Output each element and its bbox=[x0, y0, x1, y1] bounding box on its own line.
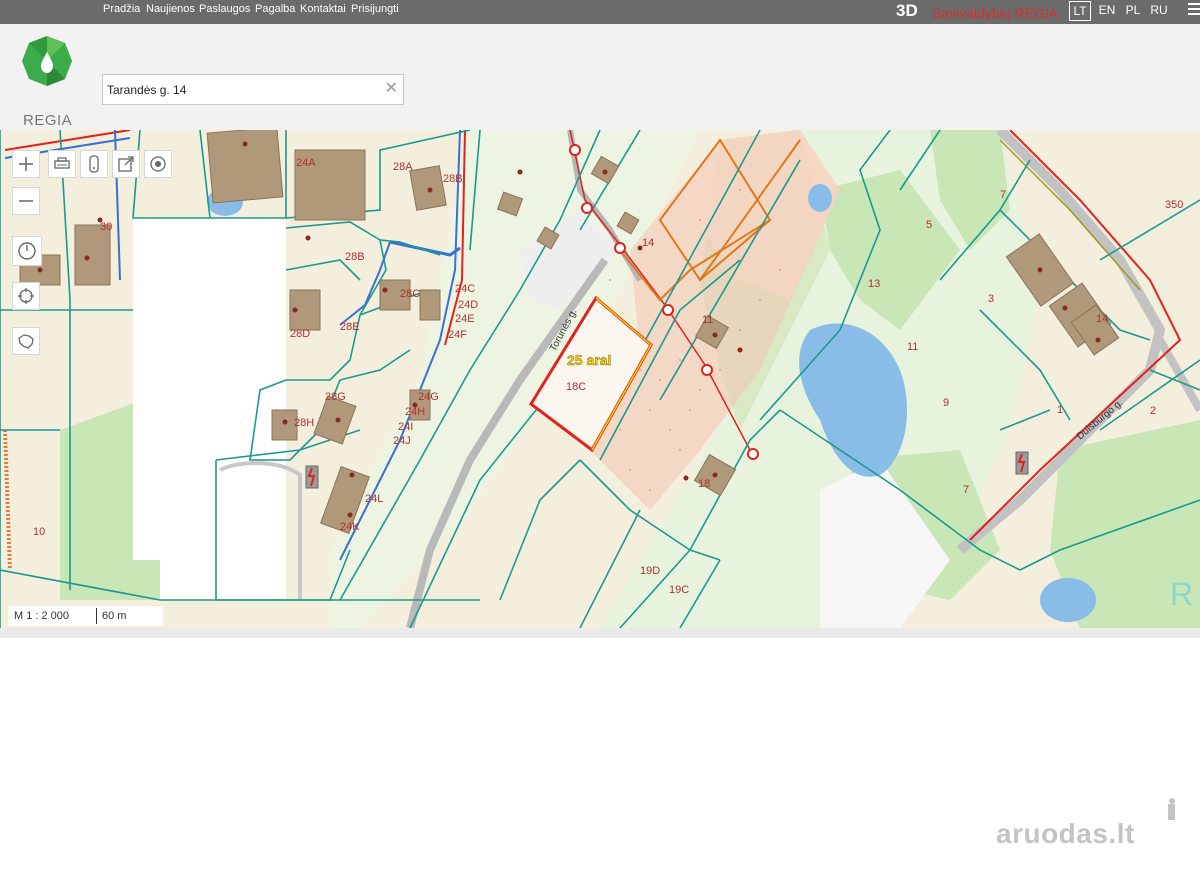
share-link-button[interactable] bbox=[112, 150, 140, 178]
nav-link-login[interactable]: Prisijungti bbox=[351, 3, 399, 15]
house-chimney-icon bbox=[1168, 798, 1175, 820]
plot-label: 24K bbox=[340, 521, 360, 533]
plot-label: 28E bbox=[340, 321, 360, 333]
plot-label: 10 bbox=[33, 526, 45, 538]
nav-link-news[interactable]: Naujienos bbox=[146, 3, 195, 15]
plot-label: 18 bbox=[698, 478, 710, 490]
plot-label: 24I bbox=[398, 421, 413, 433]
plot-label: 28C bbox=[400, 288, 420, 300]
plot-label: 28B bbox=[443, 173, 463, 185]
scale-length: 60 m bbox=[102, 610, 127, 622]
plot-label: 24J bbox=[393, 435, 411, 447]
plot-label: 28D bbox=[290, 328, 310, 340]
country-view-button[interactable] bbox=[12, 327, 40, 355]
plot-label: 11 bbox=[907, 341, 918, 353]
map-brand-mark: R bbox=[1170, 576, 1193, 612]
menu-icon[interactable] bbox=[1188, 3, 1200, 17]
plot-label: 11 bbox=[702, 314, 713, 326]
lang-en[interactable]: EN bbox=[1097, 1, 1117, 19]
crosshair-button[interactable] bbox=[12, 282, 40, 310]
plot-label: 7 bbox=[963, 484, 969, 496]
share-icon bbox=[118, 156, 134, 172]
lang-pl[interactable]: PL bbox=[1123, 1, 1143, 19]
plot-label: 28B bbox=[345, 251, 365, 263]
lithuania-outline-icon bbox=[18, 334, 34, 349]
plot-label: 2 bbox=[1150, 405, 1156, 417]
locate-button[interactable] bbox=[144, 150, 172, 178]
scale-ratio: M 1 : 2 000 bbox=[14, 610, 70, 622]
plot-label: 5 bbox=[926, 219, 932, 231]
regia-logo-icon[interactable] bbox=[20, 34, 74, 95]
address-search: ✕ bbox=[102, 74, 404, 105]
nav-link-help[interactable]: Pagalba bbox=[255, 3, 295, 15]
top-nav-bar: Pradžia Naujienos Paslaugos Pagalba Kont… bbox=[0, 0, 1200, 24]
zoom-in-button[interactable] bbox=[12, 150, 40, 178]
lang-ru[interactable]: RU bbox=[1149, 1, 1169, 19]
plot-label: 3 bbox=[988, 293, 994, 305]
zoom-out-button[interactable] bbox=[12, 187, 40, 215]
plot-label: 24E bbox=[455, 313, 475, 325]
print-map-button[interactable] bbox=[48, 150, 76, 178]
plot-label: 13 bbox=[868, 278, 880, 290]
plot-label: 14 bbox=[642, 237, 654, 249]
scale-bar: M 1 : 2 000 60 m bbox=[8, 606, 163, 626]
scale-tick bbox=[96, 608, 97, 624]
plot-label: 7 bbox=[1000, 189, 1006, 201]
map-bottom-strip bbox=[0, 628, 1200, 638]
brand-title: Savivaldybių REGIA bbox=[932, 5, 1059, 21]
plot-label: 19C bbox=[669, 584, 689, 596]
regia-logo-text: REGIA bbox=[23, 112, 73, 129]
plot-label: 24L bbox=[365, 493, 383, 505]
plot-label: 28G bbox=[325, 391, 346, 403]
clear-icon[interactable]: ✕ bbox=[385, 81, 398, 97]
nav-link-services[interactable]: Paslaugos bbox=[199, 3, 250, 15]
crosshair-icon bbox=[18, 288, 34, 304]
plot-label: 30 bbox=[100, 221, 112, 233]
measure-button[interactable] bbox=[12, 236, 42, 266]
plot-label: 28A bbox=[393, 161, 413, 173]
phone-icon bbox=[89, 155, 99, 173]
header: REGIA ✕ bbox=[0, 24, 1200, 130]
plot-label: 19D bbox=[640, 565, 660, 577]
nav-link-contacts[interactable]: Kontaktai bbox=[300, 3, 346, 15]
plot-label: 24A bbox=[296, 157, 316, 169]
plot-label: 28H bbox=[294, 417, 314, 429]
plot-label: 14 bbox=[1096, 313, 1108, 325]
plot-label: 1 bbox=[1057, 404, 1063, 416]
watermark-text: aruodas.lt bbox=[996, 818, 1135, 849]
cadastral-map[interactable]: R 24A 28A 28B 30 28B 28C 28D 28E 24C 24D… bbox=[0, 130, 1200, 628]
clock-icon bbox=[18, 242, 36, 260]
mobile-view-button[interactable] bbox=[80, 150, 108, 178]
map-canvas[interactable]: R 24A 28A 28B 30 28B 28C 28D 28E 24C 24D… bbox=[0, 130, 1200, 628]
lang-lt[interactable]: LT bbox=[1069, 1, 1091, 21]
plot-label: 24C bbox=[455, 283, 475, 295]
three-d-toggle[interactable]: 3D bbox=[896, 1, 918, 21]
area-highlight-label: 25 arai bbox=[567, 352, 611, 368]
target-icon bbox=[150, 156, 166, 172]
plot-label: 24H bbox=[405, 406, 425, 418]
plot-label: 24D bbox=[458, 299, 478, 311]
plot-label: 24G bbox=[418, 391, 439, 403]
plot-label: 18C bbox=[566, 381, 586, 393]
plot-label: 9 bbox=[943, 397, 949, 409]
address-search-input[interactable] bbox=[103, 75, 373, 104]
nav-link-home[interactable]: Pradžia bbox=[103, 3, 140, 15]
plot-label: 350 bbox=[1165, 199, 1183, 211]
printer-icon bbox=[54, 157, 70, 169]
plot-label: 24F bbox=[448, 329, 467, 341]
